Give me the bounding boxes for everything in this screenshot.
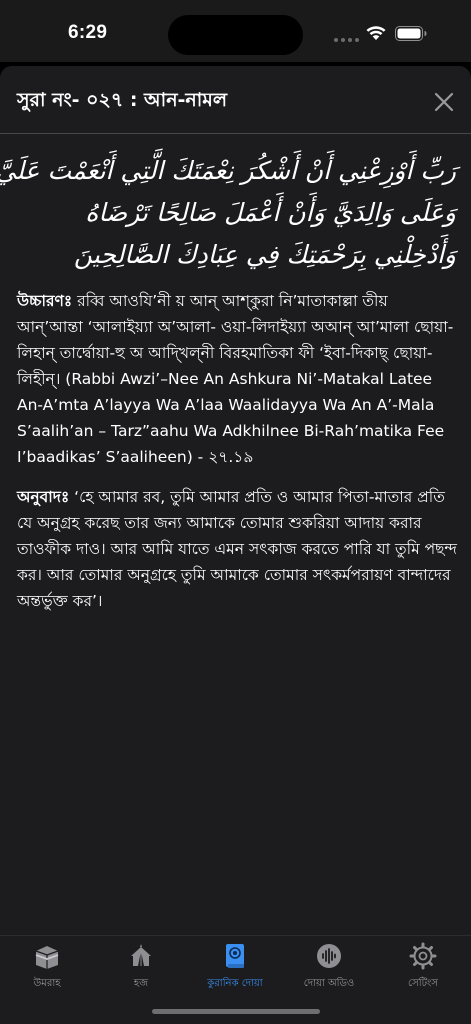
battery-icon <box>395 26 427 41</box>
arabic-line: وَأَدْخِلْنِي بِرَحْمَتِكَ فِي عِبَادِكَ… <box>73 240 456 269</box>
tab-label: দোয়া অডিও <box>303 978 355 989</box>
kaaba-icon <box>35 946 59 969</box>
pronunciation-label: উচ্চারণঃ <box>17 292 73 310</box>
sheet-header: সুরা নং- ০২৭ : আন-নামল <box>0 66 471 134</box>
tent-icon <box>131 944 151 966</box>
arabic-verse: رَبِّ أَوْزِعْنِي أَنْ أَشْكُرَ نِعْمَتَ… <box>0 150 456 276</box>
status-bar: 6:29 <box>0 0 471 62</box>
home-indicator[interactable] <box>152 1009 320 1014</box>
arabic-line: وَعَلَى وَالِدَيَّ وَأَنْ أَعْمَلَ صَالِ… <box>85 198 456 227</box>
tab-label: হজ <box>133 978 149 989</box>
pronunciation-text: রব্বি আওযি’নী য় আন্ আশ্কুরা নি’মাতাকাল্… <box>17 292 454 466</box>
cellular-signal-icon <box>334 38 359 42</box>
dynamic-island <box>168 15 303 55</box>
quran-book-icon <box>226 944 244 968</box>
audio-wave-icon <box>317 944 341 968</box>
tab-umrah[interactable]: উমরাহ <box>0 942 94 996</box>
page-title: সুরা নং- ০২৭ : আন-নামল <box>17 89 227 111</box>
tab-label: উমরাহ <box>33 978 61 989</box>
tab-label: কুরানিক দোয়া <box>207 978 263 989</box>
tab-settings[interactable]: সেটিংস <box>376 942 470 996</box>
dua-detail-sheet: সুরা নং- ০২৭ : আন-নামল رَبِّ أَوْزِعْنِي… <box>0 66 471 936</box>
translation-label: অনুবাদঃ <box>17 488 70 506</box>
tab-dua-audio[interactable]: দোয়া অডিও <box>282 942 376 996</box>
pronunciation-paragraph: উচ্চারণঃ রব্বি আওযি’নী য় আন্ আশ্কুরা নি… <box>17 288 457 470</box>
tab-hajj[interactable]: হজ <box>94 942 188 996</box>
translation-text: ‘হে আমার রব, তুমি আমার প্রতি ও আমার পিতা… <box>17 488 457 610</box>
status-time: 6:29 <box>68 22 108 43</box>
gear-icon <box>409 942 437 970</box>
arabic-line: رَبِّ أَوْزِعْنِي أَنْ أَشْكُرَ نِعْمَتَ… <box>0 156 456 185</box>
tab-quranic-dua[interactable]: কুরানিক দোয়া <box>188 942 282 996</box>
translation-paragraph: অনুবাদঃ ‘হে আমার রব, তুমি আমার প্রতি ও আ… <box>17 484 457 614</box>
close-icon[interactable] <box>430 88 458 116</box>
wifi-icon <box>366 26 386 40</box>
tab-label: সেটিংস <box>408 978 438 989</box>
